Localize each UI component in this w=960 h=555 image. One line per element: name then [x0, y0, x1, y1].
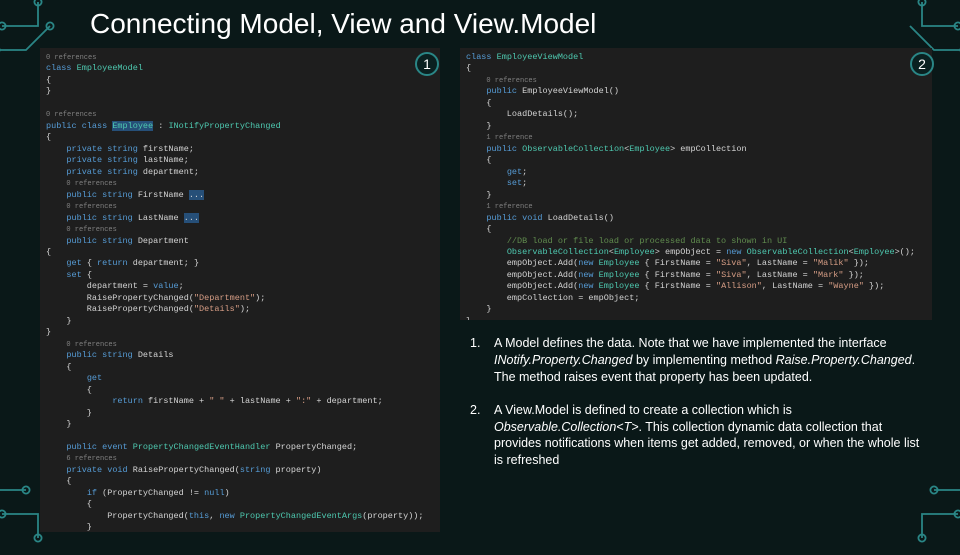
- note-number: 1.: [470, 335, 494, 386]
- code-block-model: 0 references class EmployeeModel { } 0 r…: [40, 48, 440, 532]
- note-number: 2.: [470, 402, 494, 470]
- badge-2: 2: [910, 52, 934, 76]
- note-text: A Model defines the data. Note that we h…: [494, 335, 930, 386]
- note-text: A View.Model is defined to create a coll…: [494, 402, 930, 470]
- slide-title: Connecting Model, View and View.Model: [90, 8, 596, 40]
- note-item: 1. A Model defines the data. Note that w…: [470, 335, 930, 386]
- badge-1: 1: [415, 52, 439, 76]
- notes-list: 1. A Model defines the data. Note that w…: [470, 335, 930, 485]
- note-item: 2. A View.Model is defined to create a c…: [470, 402, 930, 470]
- code-block-viewmodel: class EmployeeViewModel { 0 references p…: [460, 48, 932, 320]
